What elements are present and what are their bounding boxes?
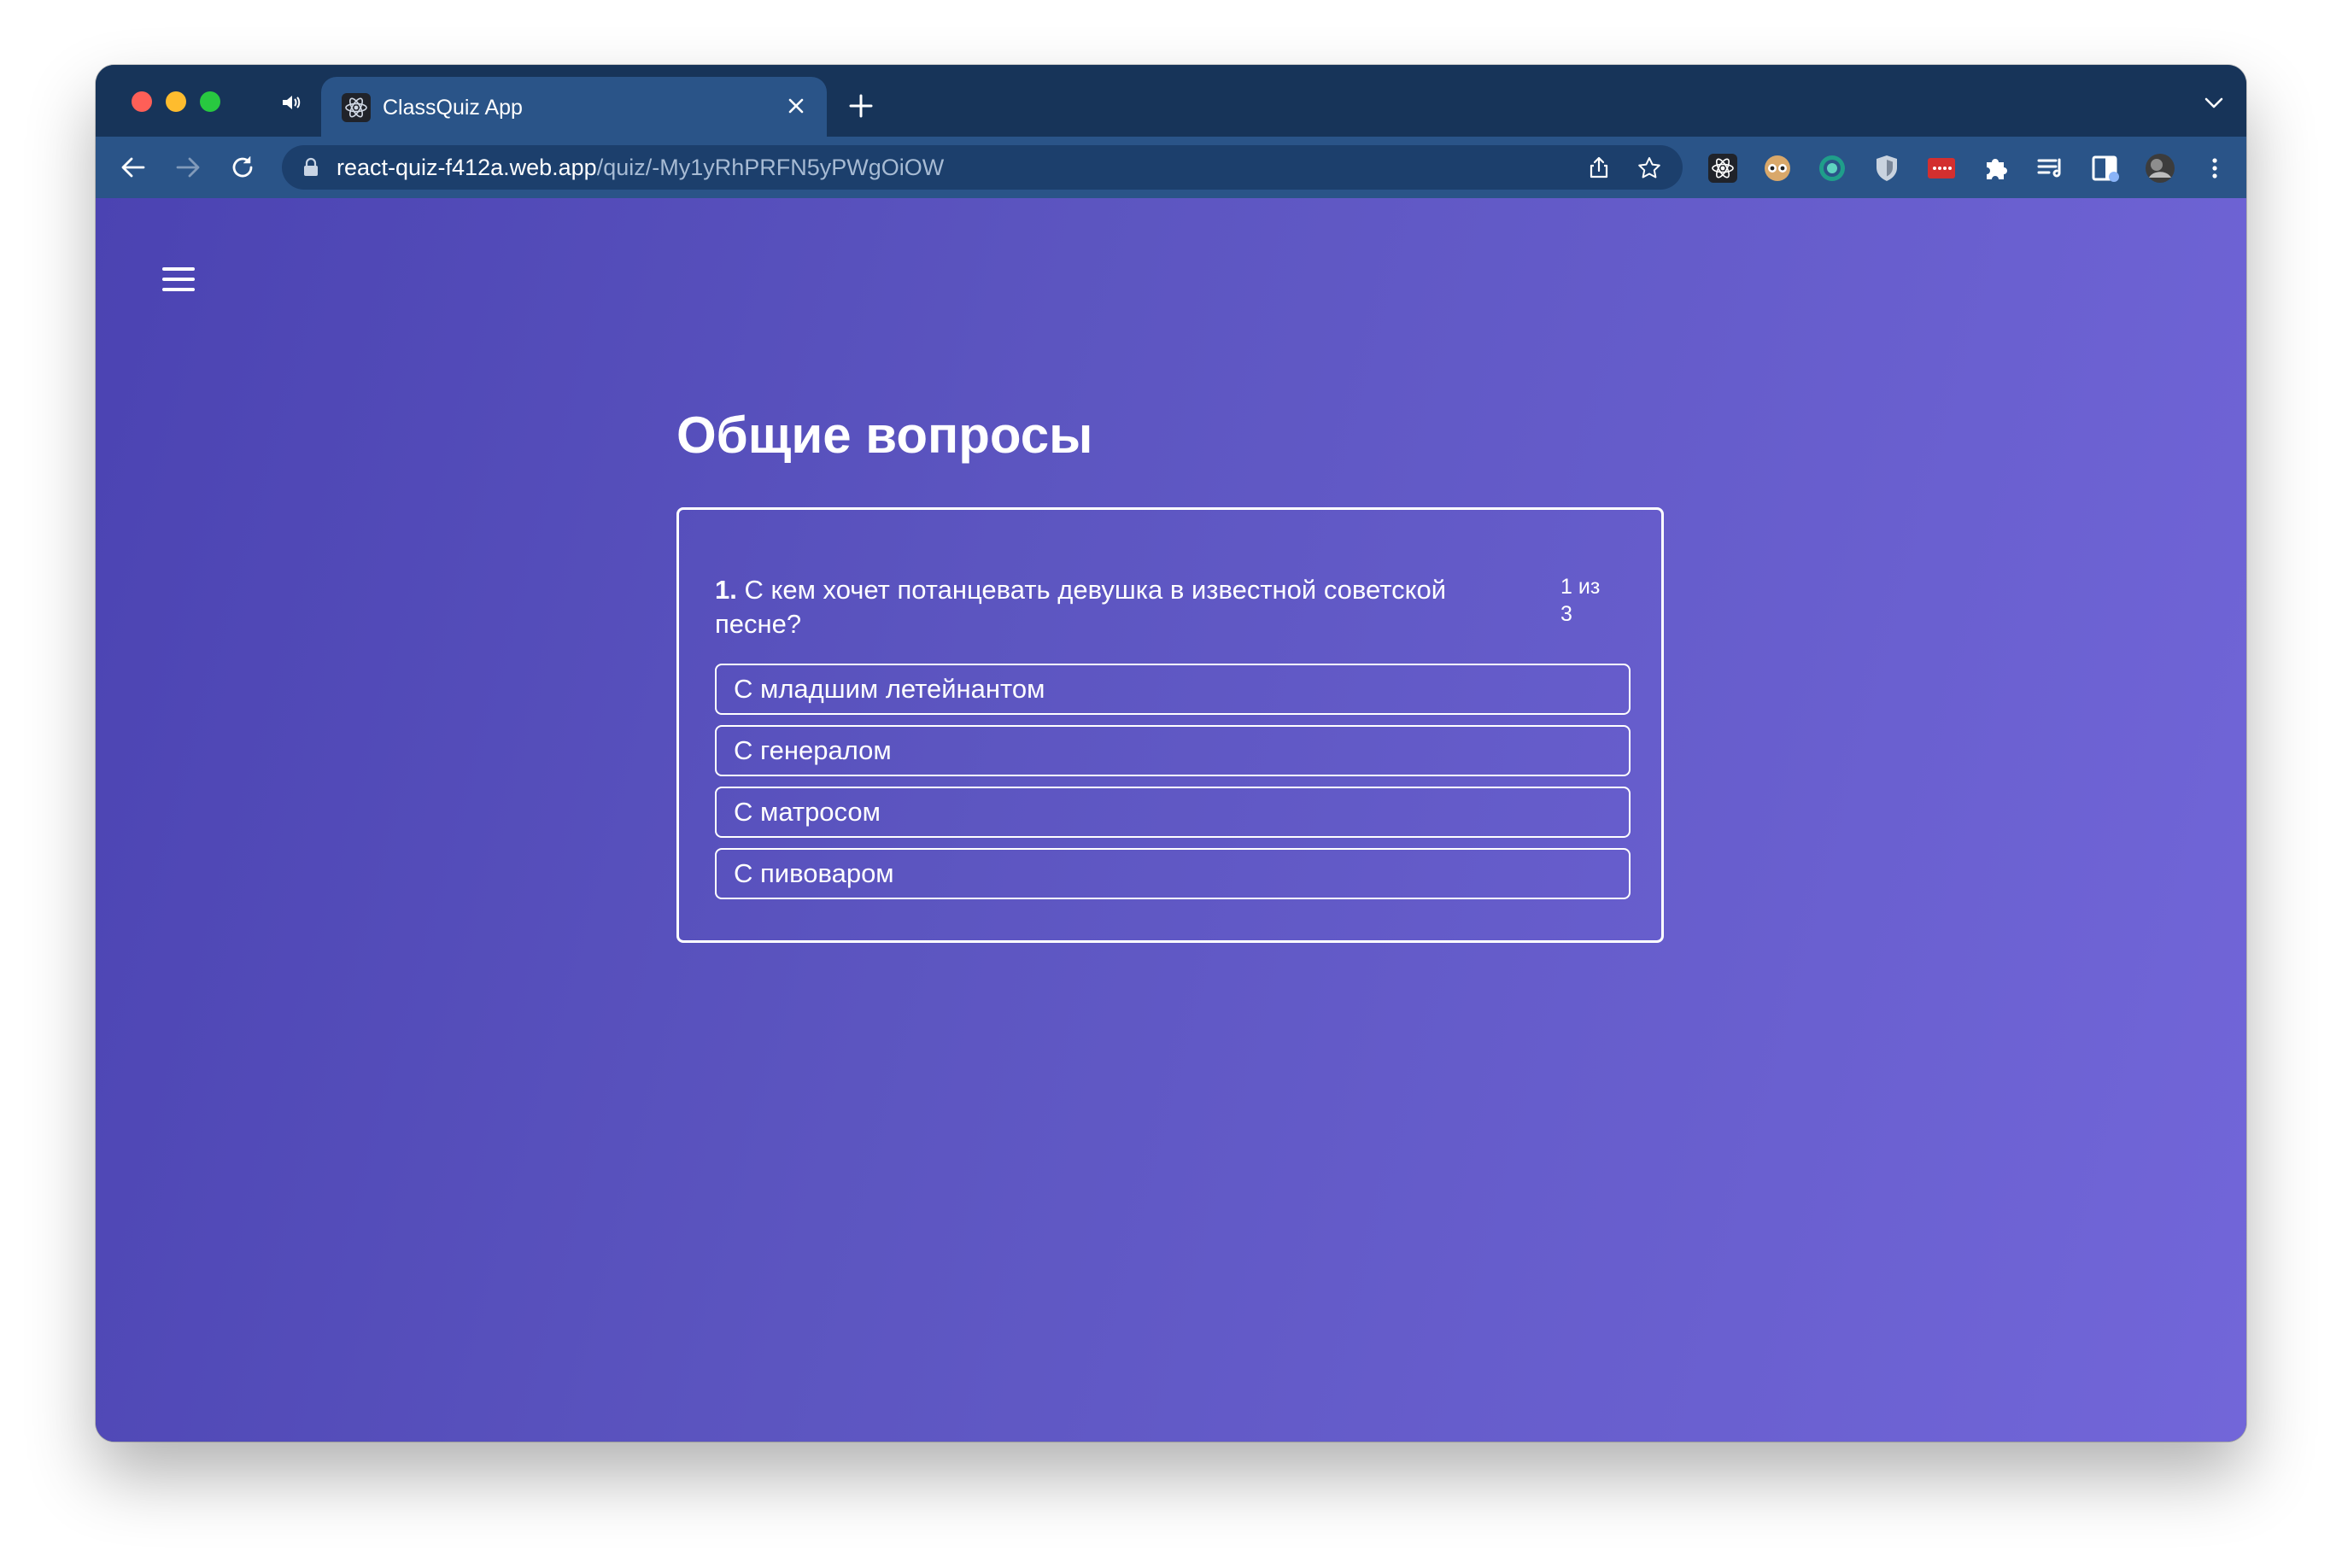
reload-icon[interactable] [227, 152, 258, 183]
owl-extension-icon[interactable] [1761, 152, 1794, 184]
share-icon[interactable] [1587, 155, 1611, 179]
url-path: /quiz/-My1yRhPRFN5yPWgOiOW [596, 155, 945, 180]
audio-playing-icon[interactable] [278, 91, 302, 114]
address-bar[interactable]: react-quiz-f412a.web.app/quiz/-My1yRhPRF… [282, 145, 1683, 190]
back-arrow-icon[interactable] [118, 152, 149, 183]
question-counter: 1 из 3 [1560, 575, 1601, 626]
bookmark-star-icon[interactable] [1636, 155, 1662, 181]
puzzle-icon[interactable] [1980, 152, 2012, 184]
answer-option[interactable]: С генералом [715, 725, 1631, 776]
browser-window: ClassQuiz App react-quiz-f412a.web.app/q… [96, 65, 2246, 1442]
question-number: 1. [715, 575, 737, 605]
close-tab-icon[interactable] [782, 92, 810, 120]
quiz-page: Общие вопросы 1. С кем хочет потанцевать… [96, 198, 2246, 1442]
maximize-window-button[interactable] [200, 91, 220, 112]
shield-extension-icon[interactable] [1871, 152, 1903, 184]
url-text[interactable]: react-quiz-f412a.web.app/quiz/-My1yRhPRF… [337, 154, 944, 181]
answer-list: С младшим летейнантом С генералом С матр… [715, 664, 1631, 910]
chevron-down-icon[interactable] [2202, 94, 2226, 111]
question-text: 1. С кем хочет потанцевать девушка в изв… [715, 573, 1535, 641]
url-host: react-quiz-f412a.web.app [337, 155, 597, 180]
close-window-button[interactable] [132, 91, 152, 112]
question-card: 1. С кем хочет потанцевать девушка в изв… [676, 507, 1664, 943]
target-extension-icon[interactable] [1816, 152, 1848, 184]
question-label: С кем хочет потанцевать девушка в извест… [715, 575, 1447, 639]
browser-toolbar: react-quiz-f412a.web.app/quiz/-My1yRhPRF… [96, 137, 2246, 198]
answer-option[interactable]: С пивоваром [715, 848, 1631, 899]
minimize-window-button[interactable] [166, 91, 186, 112]
reading-list-icon[interactable] [2035, 152, 2067, 184]
tab-strip: ClassQuiz App [96, 65, 2246, 137]
react-favicon-icon [342, 93, 371, 122]
menu-kebab-icon[interactable] [2199, 152, 2231, 184]
react-devtools-icon[interactable] [1707, 152, 1739, 184]
page-title: Общие вопросы [676, 407, 1093, 464]
tab-title: ClassQuiz App [383, 96, 523, 120]
tab-active[interactable]: ClassQuiz App [321, 77, 827, 137]
lock-icon[interactable] [302, 157, 319, 178]
password-manager-extension-icon[interactable] [1925, 152, 1958, 184]
profile-avatar[interactable] [2144, 152, 2176, 184]
forward-arrow-icon[interactable] [173, 152, 203, 183]
hamburger-menu-icon[interactable] [162, 265, 195, 294]
new-tab-icon[interactable] [846, 91, 876, 121]
answer-option[interactable]: С матросом [715, 787, 1631, 838]
answer-option[interactable]: С младшим летейнантом [715, 664, 1631, 715]
side-panel-icon[interactable] [2089, 152, 2122, 184]
